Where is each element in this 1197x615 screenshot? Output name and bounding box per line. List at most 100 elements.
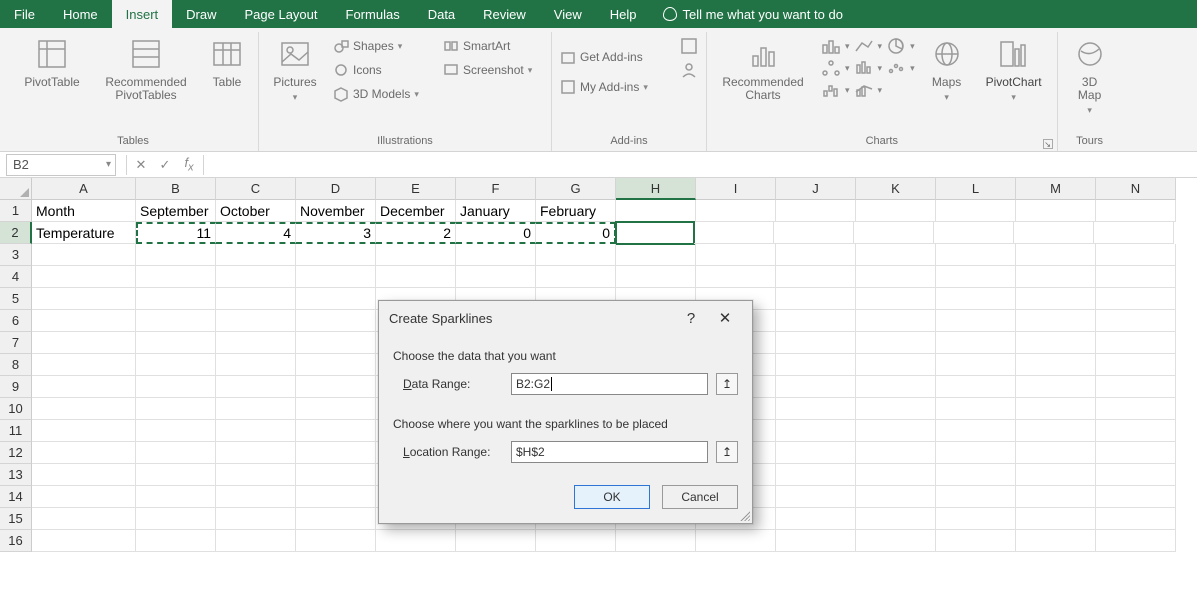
cell-A9[interactable] xyxy=(32,376,136,398)
row-header-15[interactable]: 15 xyxy=(0,508,32,530)
cell-C3[interactable] xyxy=(216,244,296,266)
cell-B9[interactable] xyxy=(136,376,216,398)
cell-M4[interactable] xyxy=(1016,266,1096,288)
cell-F3[interactable] xyxy=(456,244,536,266)
screenshot-button[interactable]: Screenshot▾ xyxy=(443,60,543,80)
row-header-2[interactable]: 2 xyxy=(0,222,32,244)
cell-M14[interactable] xyxy=(1016,486,1096,508)
cell-D2[interactable]: 3 xyxy=(296,222,376,244)
cell-M12[interactable] xyxy=(1016,442,1096,464)
cell-K10[interactable] xyxy=(856,398,936,420)
cell-B16[interactable] xyxy=(136,530,216,552)
line-chart-button[interactable]: ▾ xyxy=(854,36,883,56)
hierarchy-chart-button[interactable]: ▾ xyxy=(821,58,850,78)
row-header-16[interactable]: 16 xyxy=(0,530,32,552)
cancel-formula-button[interactable]: ✕ xyxy=(129,157,153,173)
cell-I1[interactable] xyxy=(696,200,776,222)
cell-K12[interactable] xyxy=(856,442,936,464)
cell-H1[interactable] xyxy=(616,200,696,222)
menu-view[interactable]: View xyxy=(540,0,596,28)
row-header-6[interactable]: 6 xyxy=(0,310,32,332)
col-header-H[interactable]: H xyxy=(616,178,696,200)
cell-G3[interactable] xyxy=(536,244,616,266)
my-addins-button[interactable]: My Add-ins▾ xyxy=(560,74,670,100)
cell-C10[interactable] xyxy=(216,398,296,420)
cell-L13[interactable] xyxy=(936,464,1016,486)
row-header-11[interactable]: 11 xyxy=(0,420,32,442)
col-header-G[interactable]: G xyxy=(536,178,616,200)
col-header-K[interactable]: K xyxy=(856,178,936,200)
cell-K11[interactable] xyxy=(856,420,936,442)
menu-home[interactable]: Home xyxy=(49,0,112,28)
cell-G2[interactable]: 0 xyxy=(536,222,616,244)
row-header-14[interactable]: 14 xyxy=(0,486,32,508)
cell-K1[interactable] xyxy=(856,200,936,222)
menu-file[interactable]: File xyxy=(0,0,49,28)
cell-J9[interactable] xyxy=(776,376,856,398)
cell-M6[interactable] xyxy=(1016,310,1096,332)
cell-D10[interactable] xyxy=(296,398,376,420)
statistic-chart-button[interactable]: ▾ xyxy=(854,58,883,78)
scatter-chart-button[interactable]: ▾ xyxy=(886,58,915,78)
waterfall-chart-button[interactable]: ▾ xyxy=(821,80,850,100)
cell-D15[interactable] xyxy=(296,508,376,530)
cell-D3[interactable] xyxy=(296,244,376,266)
cell-N10[interactable] xyxy=(1096,398,1176,420)
cell-L15[interactable] xyxy=(936,508,1016,530)
cell-D1[interactable]: November xyxy=(296,200,376,222)
cell-N7[interactable] xyxy=(1096,332,1176,354)
cell-D5[interactable] xyxy=(296,288,376,310)
cell-D13[interactable] xyxy=(296,464,376,486)
cell-K6[interactable] xyxy=(856,310,936,332)
cell-B5[interactable] xyxy=(136,288,216,310)
charts-dialog-launcher[interactable]: ↘ xyxy=(1043,139,1053,149)
menu-formulas[interactable]: Formulas xyxy=(332,0,414,28)
cell-C4[interactable] xyxy=(216,266,296,288)
cell-C9[interactable] xyxy=(216,376,296,398)
row-header-5[interactable]: 5 xyxy=(0,288,32,310)
cell-A11[interactable] xyxy=(32,420,136,442)
cell-D9[interactable] xyxy=(296,376,376,398)
cell-F2[interactable]: 0 xyxy=(456,222,536,244)
cell-A12[interactable] xyxy=(32,442,136,464)
menu-draw[interactable]: Draw xyxy=(172,0,230,28)
cell-B8[interactable] xyxy=(136,354,216,376)
cell-L11[interactable] xyxy=(936,420,1016,442)
cell-I3[interactable] xyxy=(696,244,776,266)
cell-K14[interactable] xyxy=(856,486,936,508)
cell-B10[interactable] xyxy=(136,398,216,420)
cell-K8[interactable] xyxy=(856,354,936,376)
cell-D8[interactable] xyxy=(296,354,376,376)
cell-C5[interactable] xyxy=(216,288,296,310)
combo-chart-button[interactable]: ▾ xyxy=(854,80,883,100)
resize-grip[interactable] xyxy=(738,509,750,521)
cell-M7[interactable] xyxy=(1016,332,1096,354)
cell-D6[interactable] xyxy=(296,310,376,332)
bing-maps-button[interactable] xyxy=(680,36,698,56)
cell-C13[interactable] xyxy=(216,464,296,486)
menu-data[interactable]: Data xyxy=(414,0,469,28)
cell-B11[interactable] xyxy=(136,420,216,442)
cell-J5[interactable] xyxy=(776,288,856,310)
cell-M3[interactable] xyxy=(1016,244,1096,266)
cell-J14[interactable] xyxy=(776,486,856,508)
cell-L3[interactable] xyxy=(936,244,1016,266)
col-header-J[interactable]: J xyxy=(776,178,856,200)
cell-J15[interactable] xyxy=(776,508,856,530)
cancel-button[interactable]: Cancel xyxy=(662,485,738,509)
cell-N4[interactable] xyxy=(1096,266,1176,288)
cell-N16[interactable] xyxy=(1096,530,1176,552)
col-header-M[interactable]: M xyxy=(1016,178,1096,200)
cell-K13[interactable] xyxy=(856,464,936,486)
cell-B13[interactable] xyxy=(136,464,216,486)
col-header-A[interactable]: A xyxy=(32,178,136,200)
smartart-button[interactable]: SmartArt xyxy=(443,36,543,56)
cell-M9[interactable] xyxy=(1016,376,1096,398)
cell-K4[interactable] xyxy=(856,266,936,288)
table-button[interactable]: Table xyxy=(204,36,250,89)
cell-J2[interactable] xyxy=(774,222,854,244)
formula-input[interactable] xyxy=(206,154,1197,176)
cell-A16[interactable] xyxy=(32,530,136,552)
3d-map-button[interactable]: 3D Map▾ xyxy=(1066,36,1114,116)
cell-C8[interactable] xyxy=(216,354,296,376)
